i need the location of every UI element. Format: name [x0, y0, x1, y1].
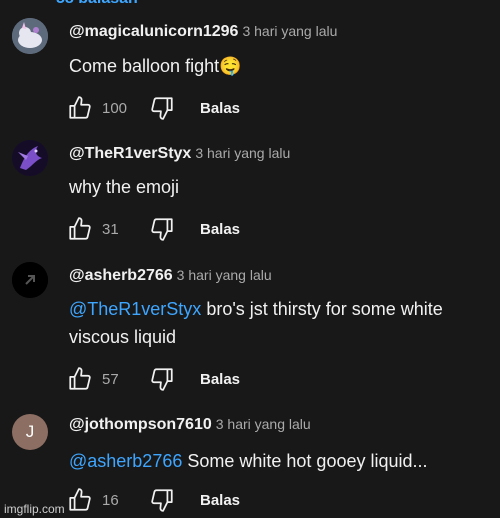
dislike-button[interactable]: [148, 365, 176, 393]
comment-text-content: Some white hot gooey liquid...: [182, 451, 428, 471]
thumbs-up-icon: [69, 367, 91, 390]
comment-time[interactable]: 3 hari yang lalu: [177, 267, 272, 283]
comment-author[interactable]: @magicalunicorn1296: [69, 23, 238, 40]
comment-text: Come balloon fight🤤: [69, 52, 489, 80]
black-logo-icon: [12, 262, 48, 298]
like-button[interactable]: [66, 365, 94, 393]
reply-button[interactable]: Balas: [200, 492, 240, 509]
unicorn-icon: [12, 18, 48, 54]
thumbs-down-icon: [151, 368, 173, 391]
dragon-icon: [12, 140, 48, 176]
reply-button[interactable]: Balas: [200, 371, 240, 388]
comment-author[interactable]: @jothompson7610: [69, 416, 212, 433]
like-count: 16: [102, 491, 119, 509]
thumbs-down-icon: [151, 218, 173, 241]
replies-count-link[interactable]: 58 balasan: [56, 0, 138, 8]
comment-time[interactable]: 3 hari yang lalu: [195, 145, 290, 161]
imgflip-watermark: imgflip.com: [4, 502, 65, 516]
comment-text: @asherb2766 Some white hot gooey liquid.…: [69, 447, 489, 475]
like-button[interactable]: [66, 215, 94, 243]
comment-text: @TheR1verStyx bro's jst thirsty for some…: [69, 295, 489, 351]
thumbs-up-icon: [69, 96, 91, 119]
like-button[interactable]: [66, 94, 94, 122]
comment-author[interactable]: @TheR1verStyx: [69, 145, 191, 162]
comment-header: @jothompson7610 3 hari yang lalu: [69, 416, 311, 434]
comment-header: @asherb2766 3 hari yang lalu: [69, 267, 272, 285]
dislike-button[interactable]: [148, 94, 176, 122]
drooling-emoji: 🤤: [219, 56, 242, 76]
mention-link[interactable]: @asherb2766: [69, 451, 182, 471]
reply-button[interactable]: Balas: [200, 221, 240, 238]
mention-link[interactable]: @TheR1verStyx: [69, 299, 201, 319]
thumbs-up-icon: [69, 217, 91, 240]
avatar[interactable]: [12, 140, 48, 176]
avatar-letter: J: [25, 422, 35, 441]
comment-actions: 16 Balas: [66, 486, 240, 514]
like-count: 31: [102, 220, 119, 238]
comment-time[interactable]: 3 hari yang lalu: [216, 416, 311, 432]
comment-actions: 100 Balas: [66, 94, 240, 122]
comment-author[interactable]: @asherb2766: [69, 267, 173, 284]
avatar[interactable]: [12, 262, 48, 298]
comment-time[interactable]: 3 hari yang lalu: [242, 23, 337, 39]
thumbs-down-icon: [151, 97, 173, 120]
avatar[interactable]: J: [12, 414, 48, 450]
comment-header: @magicalunicorn1296 3 hari yang lalu: [69, 23, 337, 41]
thumbs-down-icon: [151, 489, 173, 512]
comment-text-content: Come balloon fight: [69, 56, 220, 76]
like-count: 100: [102, 99, 128, 117]
comment-header: @TheR1verStyx 3 hari yang lalu: [69, 145, 290, 163]
dislike-button[interactable]: [148, 215, 176, 243]
thumbs-up-icon: [69, 488, 91, 511]
comment-actions: 57 Balas: [66, 365, 240, 393]
like-count: 57: [102, 370, 119, 388]
reply-button[interactable]: Balas: [200, 100, 240, 117]
like-button[interactable]: [66, 486, 94, 514]
comment-actions: 31 Balas: [66, 215, 240, 243]
avatar[interactable]: [12, 18, 48, 54]
dislike-button[interactable]: [148, 486, 176, 514]
comment-text: why the emoji: [69, 177, 180, 197]
